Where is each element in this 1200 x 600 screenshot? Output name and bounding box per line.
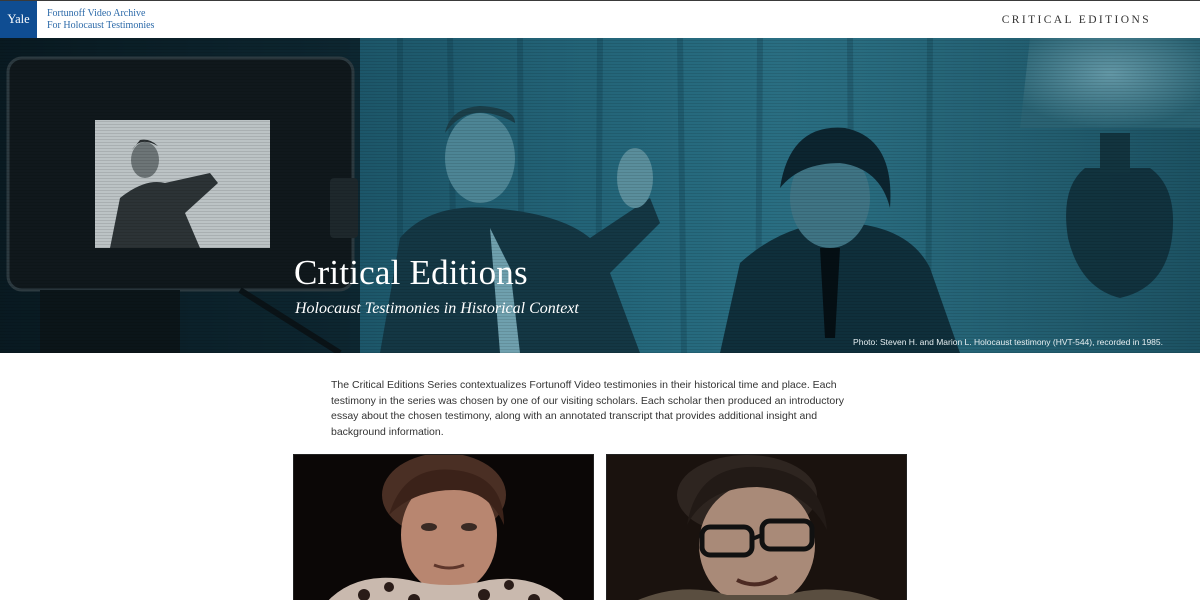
hero-banner: Critical Editions Holocaust Testimonies …: [0, 38, 1200, 353]
hero-subtitle: Holocaust Testimonies in Historical Cont…: [295, 300, 579, 317]
intro-paragraph: The Critical Editions Series contextuali…: [331, 379, 845, 438]
archive-name-line1: Fortunoff Video Archive: [47, 8, 146, 19]
testimony-1-portrait: [294, 455, 593, 600]
nav-critical-editions[interactable]: CRITICAL EDITIONS: [1002, 14, 1151, 26]
archive-name-line2: For Holocaust Testimonies: [47, 19, 155, 31]
hero-photo: [0, 38, 1200, 353]
testimony-card-2[interactable]: [606, 454, 907, 600]
archive-name-link[interactable]: Fortunoff Video Archive For Holocaust Te…: [47, 8, 154, 31]
testimony-2-portrait: [607, 455, 906, 600]
photo-credit: Photo: Steven H. and Marion L. Holocaust…: [853, 337, 1163, 347]
testimony-card-1[interactable]: [293, 454, 594, 600]
yale-logo[interactable]: Yale: [0, 1, 37, 38]
site-header: Yale Fortunoff Video Archive For Holocau…: [0, 0, 1200, 38]
hero-title: Critical Editions: [294, 253, 528, 292]
